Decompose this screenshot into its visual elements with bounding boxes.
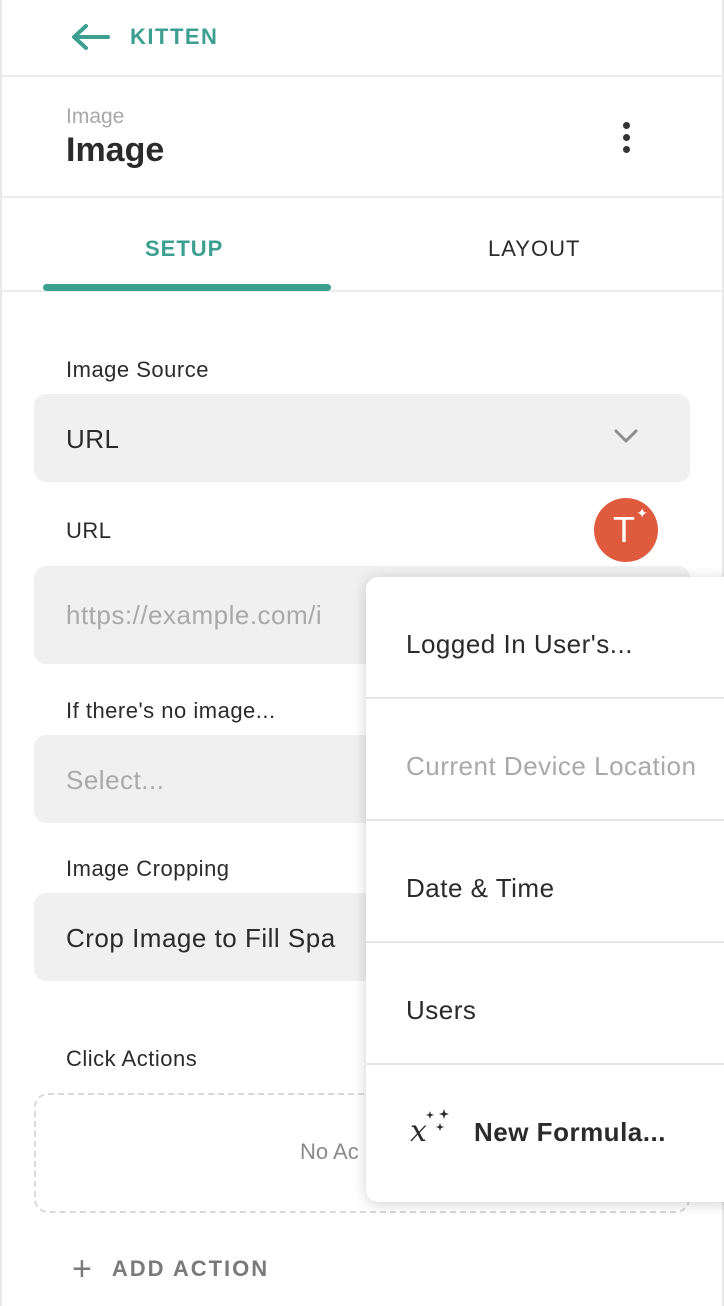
back-button[interactable]: KITTEN (70, 22, 218, 52)
data-source-menu: Logged In User's... Current Device Locat… (366, 577, 724, 1202)
menu-item-label: Users (406, 995, 477, 1025)
more-options-icon[interactable] (608, 117, 644, 157)
active-tab-indicator (43, 284, 331, 291)
formula-icon: x (410, 1109, 449, 1147)
image-source-label: Image Source (66, 357, 209, 382)
component-type: Image (66, 105, 125, 128)
menu-item-label: New Formula... (474, 1117, 666, 1147)
component-header: Image Image (0, 77, 724, 198)
tab-layout[interactable]: LAYOUT (488, 236, 580, 262)
tab-bar: SETUP LAYOUT (0, 198, 724, 292)
tab-setup[interactable]: SETUP (145, 236, 223, 262)
menu-item-current-device-location: Current Device Location (366, 699, 724, 821)
image-source-value: URL (66, 424, 120, 454)
add-action-label: ADD ACTION (111, 1256, 270, 1281)
menu-item-date-time[interactable]: Date & Time (366, 821, 724, 943)
menu-item-logged-in-user[interactable]: Logged In User's... (366, 577, 724, 699)
menu-item-label: Date & Time (406, 873, 555, 903)
menu-item-users[interactable]: Users (366, 943, 724, 1065)
no-actions-text: No Ac (300, 1139, 359, 1164)
url-label: URL (66, 518, 112, 543)
image-cropping-label: Image Cropping (66, 856, 230, 881)
menu-item-label: Current Device Location (406, 751, 697, 781)
add-action-button[interactable]: + ADD ACTION (72, 1250, 270, 1288)
back-label: KITTEN (130, 24, 219, 49)
image-source-select[interactable]: URL (34, 394, 690, 482)
arrow-left-icon (72, 24, 110, 50)
no-image-placeholder: Select... (66, 765, 165, 795)
plus-icon: + (72, 1250, 92, 1288)
url-placeholder: https://example.com/i (66, 600, 323, 630)
menu-item-label: Logged In User's... (406, 629, 633, 659)
magic-text-button[interactable]: T ✦ (594, 498, 658, 562)
menu-item-new-formula[interactable]: x New Formula... (366, 1065, 724, 1187)
component-title[interactable]: Image (66, 131, 164, 170)
sparkle-icon: ✦ (636, 505, 648, 521)
svg-text:x: x (410, 1114, 427, 1147)
top-bar: KITTEN (0, 0, 724, 77)
image-cropping-value: Crop Image to Fill Spa (66, 923, 336, 953)
no-image-label: If there's no image... (66, 698, 276, 723)
click-actions-label: Click Actions (66, 1046, 198, 1071)
chevron-down-icon (614, 429, 638, 443)
magic-text-letter: T (613, 509, 635, 550)
